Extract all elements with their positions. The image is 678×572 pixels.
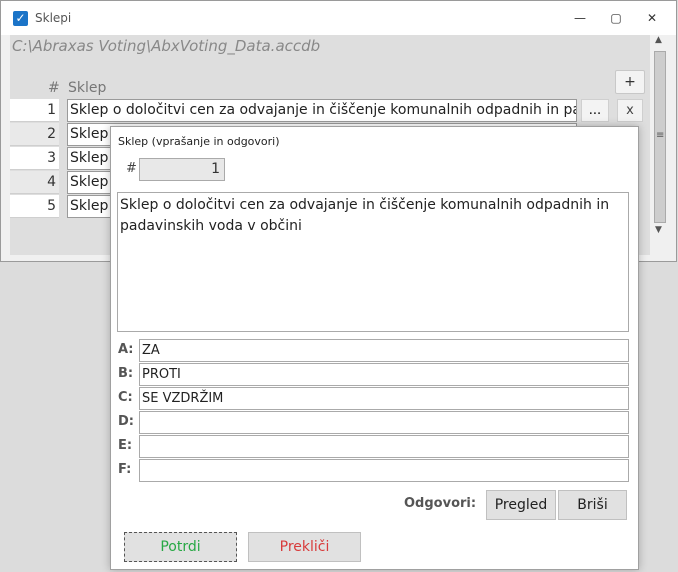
- maximize-button[interactable]: ▢: [605, 10, 627, 26]
- row-number: 2: [10, 123, 59, 146]
- scroll-up-icon[interactable]: ▲: [655, 35, 662, 45]
- answer-a-label: A:: [118, 342, 134, 357]
- answer-c-field[interactable]: SE VZDRŽIM: [139, 387, 629, 410]
- row-number: 5: [10, 195, 59, 218]
- scroll-down-icon[interactable]: ▼: [655, 225, 662, 235]
- add-sklep-button[interactable]: +: [615, 70, 645, 94]
- answer-b-label: B:: [118, 366, 134, 381]
- row-number: 4: [10, 171, 59, 194]
- answer-e-label: E:: [118, 438, 133, 453]
- column-header-sklep: Sklep: [68, 80, 107, 96]
- answer-c-label: C:: [118, 390, 133, 405]
- row-number: 1: [10, 99, 59, 122]
- answer-a-field[interactable]: ZA: [139, 339, 629, 362]
- potrdi-button[interactable]: Potrdi: [124, 532, 237, 562]
- preklici-button[interactable]: Prekliči: [248, 532, 361, 562]
- scroll-thumb[interactable]: ≡: [654, 51, 666, 223]
- checkbox-icon: ✓: [13, 11, 28, 26]
- vertical-scrollbar[interactable]: ▲ ≡ ▼: [652, 35, 668, 241]
- sklep-question-textarea[interactable]: Sklep o določitvi cen za odvajanje in či…: [117, 192, 629, 332]
- answer-e-field[interactable]: [139, 435, 629, 458]
- minimize-button[interactable]: —: [569, 10, 591, 26]
- answer-d-field[interactable]: [139, 411, 629, 434]
- database-path: C:\Abraxas Voting\AbxVoting_Data.accdb: [12, 37, 321, 55]
- close-button[interactable]: ✕: [641, 10, 663, 26]
- sklep-dialog: Sklep (vprašanje in odgovori) # 1 Sklep …: [110, 126, 639, 570]
- sklep-number-field[interactable]: 1: [139, 158, 225, 181]
- odgovori-label: Odgovori:: [404, 496, 477, 511]
- column-header-number: #: [48, 80, 60, 96]
- brisi-button[interactable]: Briši: [558, 490, 627, 520]
- delete-sklep-button[interactable]: x: [617, 99, 643, 122]
- sklep-text-field[interactable]: Sklep o določitvi cen za odvajanje in či…: [67, 99, 577, 122]
- title-bar: ✓ Sklepi — ▢ ✕: [1, 1, 676, 35]
- answer-b-field[interactable]: PROTI: [139, 363, 629, 386]
- window-title: Sklepi: [35, 11, 72, 25]
- pregled-button[interactable]: Pregled: [486, 490, 556, 520]
- edit-sklep-button[interactable]: ...: [581, 99, 609, 122]
- grip-icon: ≡: [656, 130, 665, 141]
- dialog-title: Sklep (vprašanje in odgovori): [118, 135, 280, 148]
- number-label: #: [126, 161, 137, 176]
- answer-f-label: F:: [118, 462, 132, 477]
- answer-d-label: D:: [118, 414, 134, 429]
- answer-f-field[interactable]: [139, 459, 629, 482]
- table-row[interactable]: 1 Sklep o določitvi cen za odvajanje in …: [10, 99, 650, 122]
- row-number: 3: [10, 147, 59, 170]
